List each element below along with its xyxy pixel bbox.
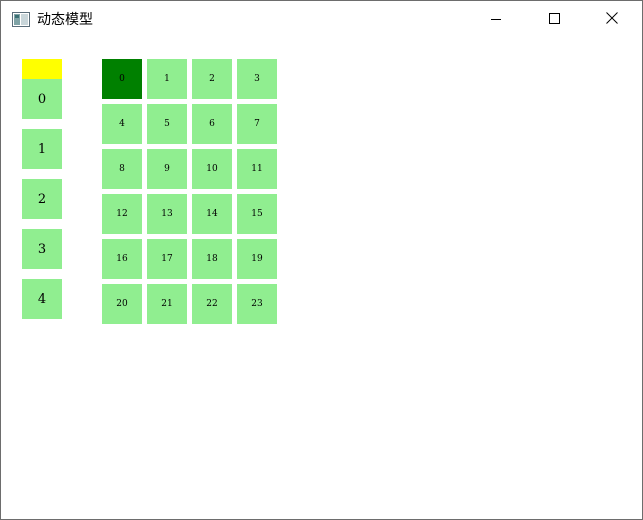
grid-cell[interactable]: 21 [147,284,187,324]
list-item[interactable]: 2 [22,179,62,219]
client-area: 01234 0 1 2 3 4 5 6 7 8 9 10 11 12 13 14 15 16 17 18 19 20 21… [1,38,642,519]
list-item[interactable]: 1 [22,129,62,169]
grid-cell[interactable]: 20 [102,284,142,324]
window-app-icon [12,12,30,27]
list-item[interactable]: 4 [22,279,62,319]
maximize-icon [548,11,560,29]
minimize-icon [491,11,501,29]
grid-cell[interactable]: 3 [237,59,277,99]
list-item[interactable]: 3 [22,229,62,269]
grid-cell[interactable]: 5 [147,104,187,144]
list-item[interactable]: 0 [22,79,62,119]
grid-cell[interactable]: 14 [192,194,232,234]
grid-cell[interactable]: 2 [192,59,232,99]
grid-cell[interactable]: 11 [237,149,277,189]
grid-cell[interactable]: 15 [237,194,277,234]
app-window: 动态模型 01234 0 1 2 3 4 5 6 7 8 9 10 11 12 13 14 15 16 17 18 1… [0,0,643,520]
grid-cell[interactable]: 13 [147,194,187,234]
maximize-button[interactable] [525,1,583,38]
window-title: 动态模型 [37,12,93,28]
close-button[interactable] [583,1,641,38]
grid-cell[interactable]: 1 [147,59,187,99]
grid-cell[interactable]: 17 [147,239,187,279]
close-icon [606,11,618,29]
grid-cell[interactable]: 18 [192,239,232,279]
title-bar[interactable]: 动态模型 [1,1,642,38]
grid-cell[interactable]: 0 [102,59,142,99]
grid-cell[interactable]: 16 [102,239,142,279]
grid-cell[interactable]: 12 [102,194,142,234]
minimize-button[interactable] [467,1,525,38]
grid-cell[interactable]: 23 [237,284,277,324]
grid-cell[interactable]: 19 [237,239,277,279]
grid-cell[interactable]: 8 [102,149,142,189]
grid-cell[interactable]: 22 [192,284,232,324]
grid-cell[interactable]: 4 [102,104,142,144]
grid-cell[interactable]: 9 [147,149,187,189]
grid-cell[interactable]: 6 [192,104,232,144]
grid-cell[interactable]: 7 [237,104,277,144]
grid-cell[interactable]: 10 [192,149,232,189]
selection-marker [22,59,62,79]
number-grid: 0 1 2 3 4 5 6 7 8 9 10 11 12 13 14 15 16 17 18 19 20 21 22 23 [102,59,278,324]
